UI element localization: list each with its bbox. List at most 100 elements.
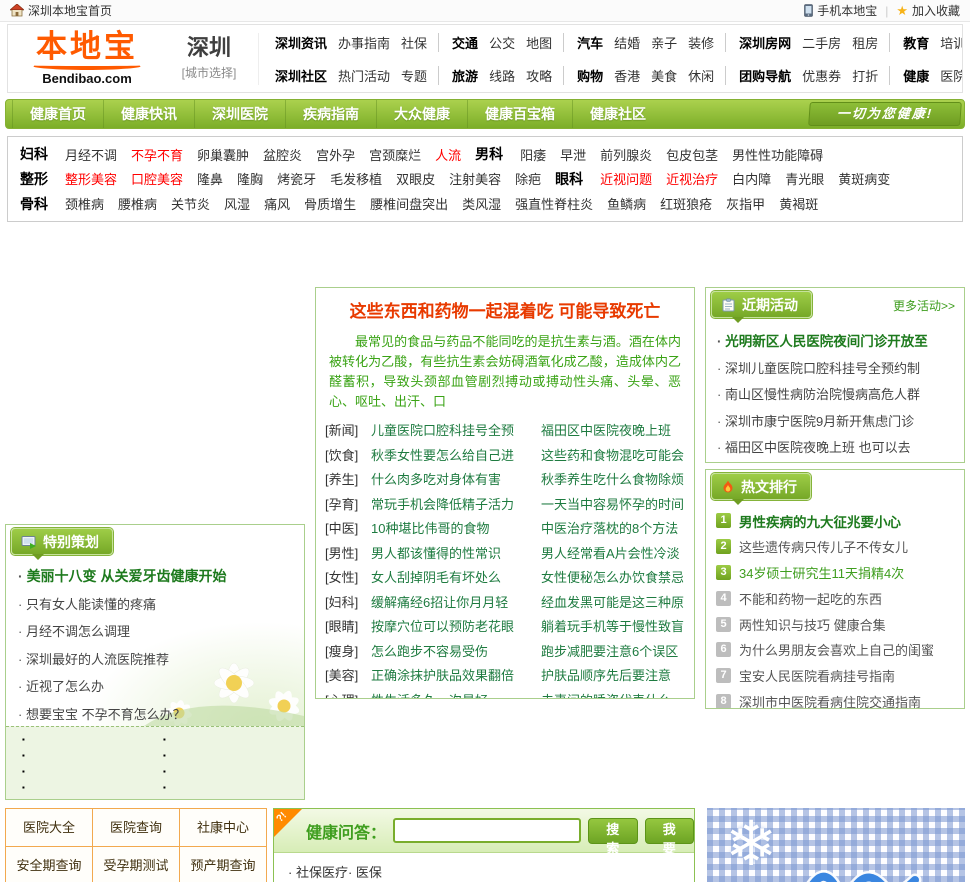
special-topics-tab[interactable]: 特别策划 (11, 528, 113, 560)
news-link[interactable]: 缓解痛经6招让你月月轻 (371, 591, 541, 616)
disease-link[interactable]: 隆鼻 (197, 169, 223, 188)
disease-link[interactable]: 近视治疗 (666, 169, 718, 188)
header-nav-link[interactable]: 亲子 (651, 33, 677, 52)
activity-link[interactable]: 南山区慢性病防治院慢病高危人群 (717, 382, 956, 409)
news-link[interactable]: 10种堪比伟哥的食物 (371, 517, 541, 542)
header-nav-link[interactable]: 团购导航 (725, 65, 791, 85)
disease-link[interactable]: 不孕不育 (131, 145, 183, 164)
header-nav-link[interactable]: 装修 (688, 33, 714, 52)
news-link[interactable]: 什么肉多吃对身体有害 (371, 468, 541, 493)
tool-link[interactable]: 安全期查询 (6, 846, 93, 882)
disease-link[interactable]: 风湿 (224, 194, 250, 213)
tool-link[interactable]: 社康中心 (180, 809, 267, 847)
tool-link[interactable]: 医院查询 (93, 809, 180, 847)
disease-link[interactable]: 阳痿 (520, 145, 546, 164)
disease-link[interactable]: 痛风 (264, 194, 290, 213)
disease-link[interactable]: 卵巢囊肿 (197, 145, 249, 164)
news-link[interactable]: 怎么跑步不容易受伤 (371, 640, 541, 665)
disease-link[interactable]: 红斑狼疮 (660, 194, 712, 213)
disease-link[interactable]: 白内障 (732, 169, 771, 188)
disease-link[interactable]: 黄褐斑 (779, 194, 818, 213)
activity-link[interactable]: 深圳市康宁医院9月新开焦虑门诊 (717, 409, 956, 436)
disease-link[interactable]: 腰椎间盘突出 (370, 194, 448, 213)
header-nav-link[interactable]: 办事指南 (338, 33, 390, 52)
news-link[interactable]: 夫妻间的睡姿代表什么 (541, 689, 685, 698)
activity-link[interactable]: 深圳儿童医院口腔科挂号全预约制 (717, 356, 956, 383)
disease-link[interactable]: 关节炎 (171, 194, 210, 213)
channel-nav-tab[interactable]: 深圳医院 (194, 100, 285, 128)
header-nav-link[interactable]: 租房 (852, 33, 878, 52)
news-link[interactable]: 这些药和食物混吃可能会 (541, 444, 685, 469)
search-answer-button[interactable]: 搜索答案 (588, 817, 638, 882)
disease-link[interactable]: 宫外孕 (316, 145, 355, 164)
disease-link[interactable]: 月经不调 (65, 145, 117, 164)
header-nav-link[interactable]: 二手房 (802, 33, 841, 52)
channel-nav-tab[interactable]: 健康社区 (572, 100, 663, 128)
disease-link[interactable]: 隆胸 (237, 169, 263, 188)
disease-link[interactable]: 骨质增生 (304, 194, 356, 213)
news-link[interactable]: 护肤品顺序先后要注意 (541, 664, 685, 689)
channel-nav-tab[interactable]: 健康首页 (12, 100, 103, 128)
disease-link[interactable]: 近视问题 (600, 169, 652, 188)
hot-article-link[interactable]: 这些遗传病只传儿子不传女儿 (739, 537, 908, 556)
header-nav-link[interactable]: 打折 (852, 66, 878, 85)
news-link[interactable]: 男人经常看A片会性冷淡 (541, 542, 685, 567)
promo-banner-image[interactable]: ❄ (707, 808, 965, 882)
tool-link[interactable]: 医院大全 (6, 809, 93, 847)
header-nav-link[interactable]: 优惠券 (802, 66, 841, 85)
disease-link[interactable]: 整形美容 (65, 169, 117, 188)
disease-link[interactable]: 骨科 (20, 194, 48, 214)
disease-link[interactable]: 除疤 (515, 169, 541, 188)
hot-article-link[interactable]: 两性知识与技巧 健康合集 (739, 615, 886, 634)
special-topic-link[interactable]: 近视了怎么办 (18, 673, 304, 701)
disease-link[interactable]: 毛发移植 (330, 169, 382, 188)
news-link[interactable]: 女性便秘怎么办饮食禁忌 (541, 566, 685, 591)
header-nav-link[interactable]: 深圳房网 (725, 32, 791, 52)
tool-link[interactable]: 受孕期测试 (93, 846, 180, 882)
news-link[interactable]: 常玩手机会降低精子活力 (371, 493, 541, 518)
disease-link[interactable]: 青光眼 (785, 169, 824, 188)
disease-link[interactable]: 妇科 (20, 144, 48, 164)
disease-link[interactable]: 灰指甲 (726, 194, 765, 213)
disease-link[interactable]: 盆腔炎 (263, 145, 302, 164)
news-link[interactable]: 正确涂抹护肤品效果翻倍 (371, 664, 541, 689)
header-nav-link[interactable]: 深圳社区 (275, 66, 327, 85)
hot-articles-tab[interactable]: 热文排行 (711, 473, 811, 505)
disease-link[interactable]: 腰椎病 (118, 194, 157, 213)
news-link[interactable]: 跑步减肥要注意6个误区 (541, 640, 685, 665)
channel-nav-tab[interactable]: 疾病指南 (285, 100, 376, 128)
header-nav-link[interactable]: 汽车 (563, 32, 603, 52)
disease-link[interactable]: 注射美容 (449, 169, 501, 188)
qa-topic-link[interactable]: 社保医疗 (288, 862, 348, 881)
header-nav-link[interactable]: 社保 (401, 33, 427, 52)
channel-nav-tab[interactable]: 大众健康 (376, 100, 467, 128)
header-nav-link[interactable]: 地图 (526, 33, 552, 52)
hot-article-link[interactable]: 不能和药物一起吃的东西 (739, 589, 882, 608)
disease-link[interactable]: 双眼皮 (396, 169, 435, 188)
recent-activities-tab[interactable]: 近期活动 (711, 291, 812, 323)
special-topic-link[interactable]: 只有女人能读懂的疼痛 (18, 591, 304, 619)
hot-article-link[interactable]: 男性疾病的九大征兆要小心 (739, 511, 901, 531)
tool-link[interactable]: 预产期查询 (180, 846, 267, 882)
header-nav-link[interactable]: 健康 (889, 65, 929, 85)
disease-link[interactable]: 类风湿 (462, 194, 501, 213)
header-nav-link[interactable]: 线路 (489, 66, 515, 85)
qa-search-input[interactable] (393, 818, 582, 843)
news-link[interactable]: 女人刮掉阴毛有坏处么 (371, 566, 541, 591)
disease-link[interactable]: 整形 (20, 169, 48, 189)
header-nav-link[interactable]: 香港 (614, 66, 640, 85)
disease-link[interactable]: 眼科 (555, 169, 583, 189)
disease-link[interactable]: 颈椎病 (65, 194, 104, 213)
activity-link[interactable]: 光明新区人民医院夜间门诊开放至 (717, 329, 956, 356)
news-link[interactable]: 一天当中容易怀孕的时间 (541, 493, 685, 518)
special-topic-link[interactable]: 想要宝宝 不孕不育怎么办？ (18, 701, 304, 729)
city-select-link[interactable]: [城市选择] (182, 64, 237, 81)
news-link[interactable]: 按摩穴位可以预防老花眼 (371, 615, 541, 640)
home-link[interactable]: 深圳本地宝首页 (8, 2, 112, 19)
header-nav-link[interactable]: 攻略 (526, 66, 552, 85)
disease-link[interactable]: 男科 (475, 144, 503, 164)
header-nav-link[interactable]: 专题 (401, 66, 427, 85)
news-link[interactable]: 福田区中医院夜晚上班 (541, 419, 685, 444)
news-link[interactable]: 躺着玩手机等于慢性致盲 (541, 615, 685, 640)
news-link[interactable]: 男人都该懂得的性常识 (371, 542, 541, 567)
